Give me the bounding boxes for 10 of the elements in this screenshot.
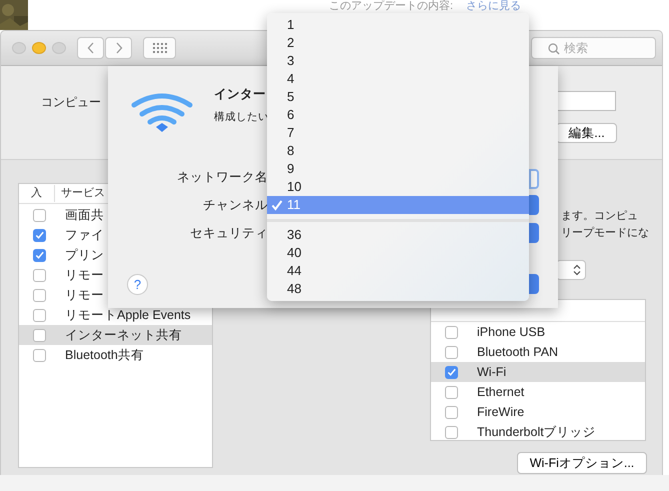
description-text: ます。コンピュ [561,209,638,224]
column-header: サービス [60,186,105,202]
update-text: このアップデートの内容: [329,0,454,12]
dialog-title: インター [214,86,266,103]
field-label: ネットワーク名 [176,169,268,186]
field-label: チャンネル [202,197,268,214]
field-label: セキュリティ [189,225,268,242]
column-header: 入 [19,185,55,202]
description-text: リープモードにな [561,226,649,241]
computer-name-label: コンピュー [41,94,101,111]
